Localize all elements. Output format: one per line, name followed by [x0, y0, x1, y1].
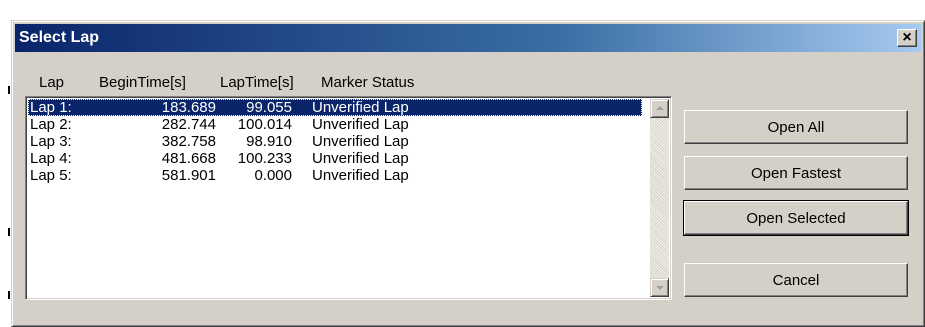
lap-cell: Lap 1:: [30, 99, 72, 116]
arrow-down-icon: [656, 286, 664, 290]
marker-status-cell: Unverified Lap: [312, 99, 409, 116]
column-header-lap: Lap: [39, 74, 65, 91]
vertical-scrollbar[interactable]: [650, 99, 669, 297]
lap-listbox[interactable]: Lap 1: 183.689 99.055 Unverified Lap Lap 2: 2…: [25, 96, 672, 300]
marker-status-cell: Unverified Lap: [312, 150, 409, 167]
background-tick: [8, 291, 10, 299]
begin-time-cell: 581.901: [161, 167, 216, 184]
column-header-lap-time: LapTime[s]: [220, 74, 294, 91]
title-bar[interactable]: Select Lap ×: [15, 24, 921, 52]
open-fastest-button[interactable]: Open Fastest: [684, 156, 908, 190]
scroll-up-button[interactable]: [650, 99, 669, 118]
begin-time-cell: 282.744: [161, 116, 216, 133]
begin-time-cell: 382.758: [161, 133, 216, 150]
lap-cell: Lap 3:: [30, 133, 72, 150]
lap-row[interactable]: Lap 4: 481.668 100.233 Unverified Lap: [28, 150, 642, 167]
lap-cell: Lap 4:: [30, 150, 72, 167]
column-header-marker-status: Marker Status: [321, 74, 415, 91]
background-tick: [8, 86, 10, 94]
lap-rows: Lap 1: 183.689 99.055 Unverified Lap Lap 2: 2…: [28, 99, 642, 184]
lap-row[interactable]: Lap 3: 382.758 98.910 Unverified Lap: [28, 133, 642, 150]
open-selected-button[interactable]: Open Selected: [683, 200, 909, 236]
arrow-up-icon: [656, 106, 664, 110]
lap-row[interactable]: Lap 5: 581.901 0.000 Unverified Lap: [28, 167, 642, 184]
lap-cell: Lap 5:: [30, 167, 72, 184]
lap-time-cell: 99.055: [246, 99, 292, 116]
dialog-title: Select Lap: [19, 29, 100, 46]
marker-status-cell: Unverified Lap: [312, 133, 409, 150]
lap-row[interactable]: Lap 2: 282.744 100.014 Unverified Lap: [28, 116, 642, 133]
scroll-down-button[interactable]: [650, 278, 669, 297]
background-tick: [8, 228, 10, 236]
column-header-begin-time: BeginTime[s]: [99, 74, 186, 91]
lap-cell: Lap 2:: [30, 116, 72, 133]
close-button[interactable]: ×: [897, 29, 917, 47]
begin-time-cell: 183.689: [161, 99, 216, 116]
lap-time-cell: 98.910: [246, 133, 292, 150]
page-background: [0, 0, 3, 327]
close-icon: ×: [902, 29, 912, 46]
lap-row[interactable]: Lap 1: 183.689 99.055 Unverified Lap: [28, 99, 642, 116]
lap-time-cell: 100.014: [237, 116, 292, 133]
lap-time-cell: 0.000: [254, 167, 292, 184]
cancel-button[interactable]: Cancel: [684, 263, 908, 297]
marker-status-cell: Unverified Lap: [312, 116, 409, 133]
marker-status-cell: Unverified Lap: [312, 167, 409, 184]
lap-time-cell: 100.233: [237, 150, 292, 167]
begin-time-cell: 481.668: [161, 150, 216, 167]
open-all-button[interactable]: Open All: [684, 110, 908, 144]
